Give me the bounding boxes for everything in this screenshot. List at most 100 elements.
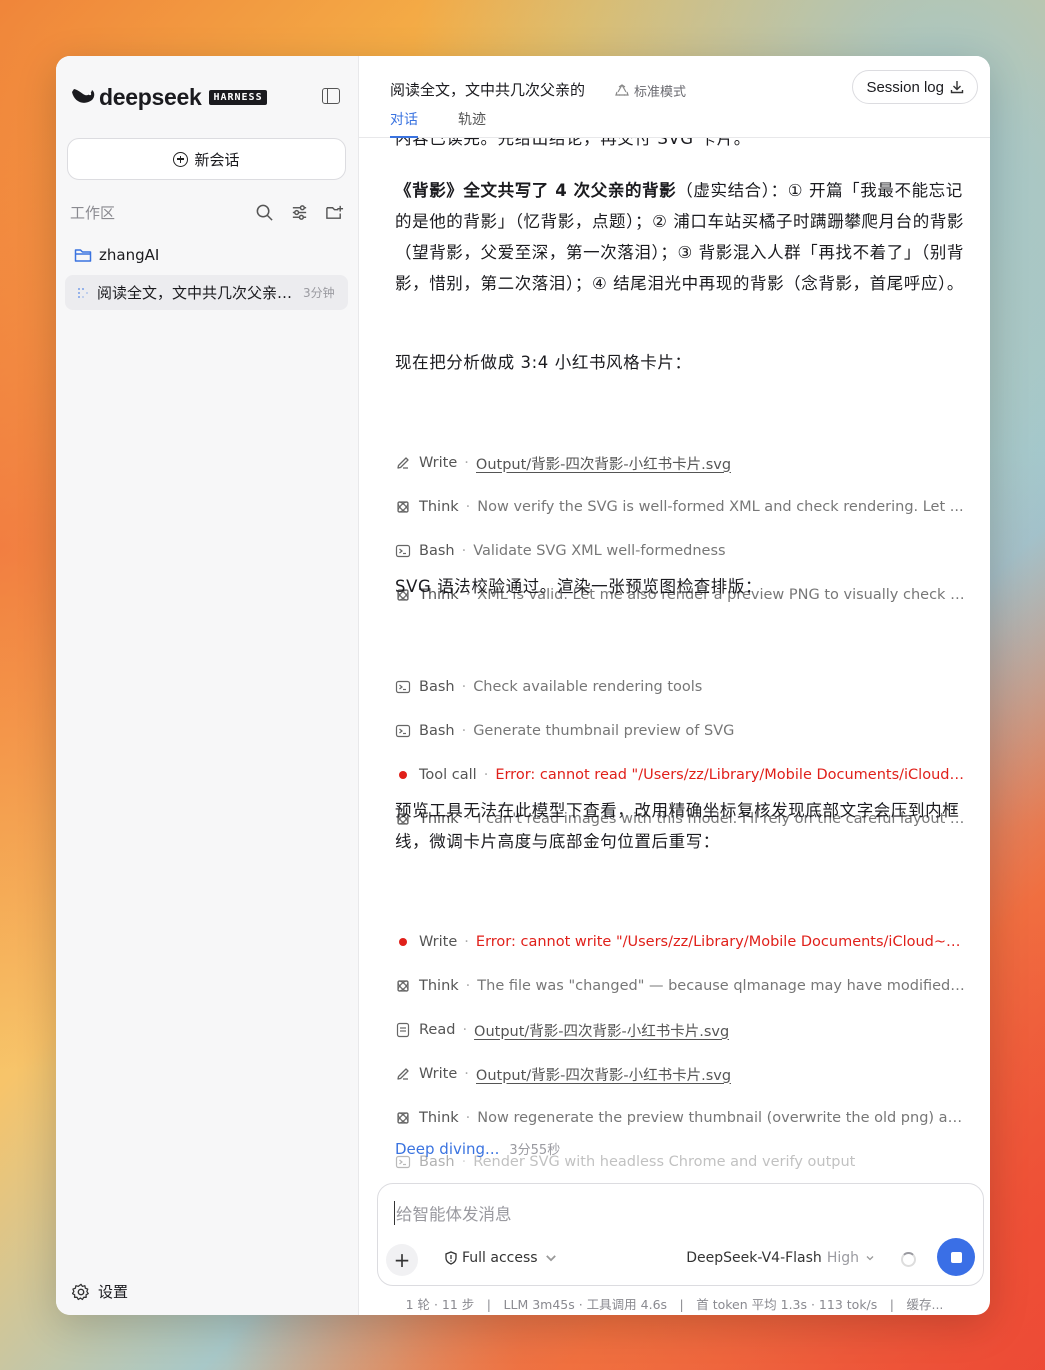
recycle-icon — [615, 83, 629, 96]
terminal-icon — [395, 543, 411, 559]
separator-dot: · — [465, 978, 471, 994]
elapsed-time: 3分55秒 — [509, 1143, 561, 1158]
chat-list-item[interactable]: 阅读全文，文中共几次父亲的背影 3分钟 — [65, 275, 348, 310]
pencil-icon — [395, 455, 411, 471]
separator-dot: · — [483, 767, 489, 783]
tab-conversation[interactable]: 对话 — [390, 109, 418, 138]
folder-icon — [74, 249, 92, 262]
error-dot — [399, 771, 407, 779]
shield-icon — [445, 1251, 457, 1265]
tool-name: Think — [419, 978, 459, 994]
sidebar-toggle-icon[interactable] — [322, 88, 340, 104]
error-message: Error: cannot write "/Users/zz/Library/M… — [475, 934, 966, 950]
assistant-message: 现在把分析做成 3:4 小红书风格卡片： — [395, 353, 692, 372]
assistant-message: SVG 语法校验通过。渲染一张预览图检查排版： — [395, 577, 763, 596]
main-panel: 阅读全文，文中共几次父亲的 标准模式 Session log 对话 轨迹 内容已… — [359, 56, 990, 1315]
session-log-label: Session log — [866, 78, 944, 96]
tab-trace[interactable]: 轨迹 — [458, 109, 486, 138]
app-window: deepseek HARNESS 新会话 工作区 zhangAI 阅读全文，文中… — [56, 56, 990, 1315]
tool-detail: The file was "changed" — because qlmanag… — [477, 978, 966, 994]
separator-dot: · — [461, 543, 467, 559]
message-composer[interactable]: 给智能体发消息 + Full access DeepSeek-V4-Flash … — [377, 1183, 984, 1286]
tab-bar: 对话 轨迹 — [390, 109, 486, 138]
separator-dot: · — [464, 455, 469, 471]
whale-logo-icon — [72, 89, 95, 103]
tool-name: Bash — [419, 679, 455, 695]
tool-step-row[interactable]: Write · Error: cannot write "/Users/zz/Lib… — [395, 931, 966, 953]
new-chat-label: 新会话 — [194, 150, 240, 169]
tool-detail: Now regenerate the preview thumbnail (ov… — [477, 1110, 966, 1126]
terminal-icon — [395, 723, 411, 739]
filter-sliders-icon[interactable] — [290, 203, 309, 222]
tool-detail: Generate thumbnail preview of SVG — [473, 723, 735, 739]
settings-button[interactable]: 设置 — [72, 1281, 128, 1302]
tool-name: Write — [419, 934, 458, 950]
pencil-icon — [395, 1066, 411, 1082]
tool-step-row[interactable]: Think · Now verify the SVG is well-formed … — [395, 496, 966, 518]
separator-dot: · — [465, 1110, 471, 1126]
conversation-header: 阅读全文，文中共几次父亲的 标准模式 Session log 对话 轨迹 — [359, 56, 990, 138]
separator-dot: · — [461, 723, 467, 739]
tool-step-row[interactable]: Bash · Check available rendering tools — [395, 676, 966, 698]
tool-step-row[interactable]: Bash · Validate SVG XML well-formedness — [395, 540, 966, 562]
access-dropdown[interactable]: Full access — [444, 1250, 562, 1266]
thinking-status: Deep diving... 3分55秒 — [395, 1139, 561, 1159]
access-label: Full access — [462, 1250, 538, 1266]
folder-label: zhangAI — [99, 246, 160, 264]
model-selector[interactable]: DeepSeek-V4-Flash High — [686, 1250, 875, 1266]
message-partial-line: 内容已读完。先给出结论，再交付 SVG 卡片。 — [395, 138, 751, 148]
settings-label: 设置 — [98, 1283, 129, 1301]
chevron-down-icon — [545, 1255, 556, 1262]
model-name: DeepSeek-V4-Flash — [686, 1250, 822, 1266]
mode-indicator[interactable]: 标准模式 — [615, 81, 686, 100]
stop-button[interactable] — [937, 1238, 975, 1276]
stop-icon — [950, 1251, 962, 1263]
attach-button[interactable]: + — [386, 1244, 418, 1276]
tool-detail: Now verify the SVG is well-formed XML an… — [477, 499, 964, 515]
assistant-message: 预览工具无法在此模型下查看，改用精确坐标复核发现底部文字会压到内框线，微调卡片高… — [395, 801, 960, 851]
folder-item[interactable]: zhangAI — [74, 244, 159, 266]
tool-detail: Check available rendering tools — [473, 679, 703, 695]
plus-circle-icon — [173, 151, 189, 167]
harness-badge: HARNESS — [209, 89, 267, 105]
tool-step-row[interactable]: Read · Output/背影-四次背影-小红书卡片.svg — [395, 1019, 966, 1041]
new-chat-button[interactable]: 新会话 — [67, 138, 346, 180]
tool-step-row[interactable]: Write · Output/背影-四次背影-小红书卡片.svg — [395, 452, 966, 474]
atom-icon — [395, 1110, 411, 1126]
download-icon — [950, 81, 964, 94]
doc-icon — [395, 1022, 411, 1038]
chat-item-title: 阅读全文，文中共几次父亲的背影 — [97, 284, 297, 302]
tool-name: Tool call — [419, 767, 477, 783]
file-link[interactable]: Output/背影-四次背影-小红书卡片.svg — [476, 1064, 731, 1085]
plus-icon: + — [393, 1248, 411, 1272]
tool-step-row[interactable]: Write · Output/背影-四次背影-小红书卡片.svg — [395, 1063, 966, 1085]
new-folder-icon[interactable] — [325, 203, 344, 222]
chevron-down-icon — [866, 1256, 874, 1261]
search-icon[interactable] — [255, 203, 274, 222]
separator-dot: · — [464, 1066, 469, 1082]
workspace-header: 工作区 — [70, 201, 344, 223]
tool-name: Bash — [419, 723, 455, 739]
tool-step-row[interactable]: Think · The file was "changed" — because q… — [395, 975, 966, 997]
file-link[interactable]: Output/背影-四次背影-小红书卡片.svg — [474, 1020, 729, 1041]
summary-bold: 《背影》全文共写了 4 次父亲的背影 — [395, 181, 677, 200]
error-message: Error: cannot read "/Users/zz/Library/Mo… — [495, 767, 966, 783]
tool-step-row[interactable]: Tool call · Error: cannot read "/Users/zz/… — [395, 764, 966, 786]
error-dot — [399, 938, 407, 946]
reasoning-level: High — [826, 1250, 859, 1266]
deep-diving-label: Deep diving... — [395, 1139, 500, 1158]
assistant-summary: 《背影》全文共写了 4 次父亲的背影（虚实结合）：① 开篇「我最不能忘记的是他的… — [395, 175, 966, 299]
spinner-icon — [901, 1252, 916, 1267]
tool-name: Bash — [419, 543, 455, 559]
tool-step-row[interactable]: Bash · Generate thumbnail preview of SVG — [395, 720, 966, 742]
session-log-button[interactable]: Session log — [852, 70, 978, 104]
message-input[interactable]: 给智能体发消息 — [394, 1201, 512, 1225]
separator-dot: · — [462, 1022, 468, 1038]
file-link[interactable]: Output/背影-四次背影-小红书卡片.svg — [476, 453, 731, 474]
tool-step-row[interactable]: Think · Now regenerate the preview thumbna… — [395, 1107, 966, 1129]
sidebar: deepseek HARNESS 新会话 工作区 zhangAI 阅读全文，文中… — [56, 56, 359, 1315]
logo-text: deepseek — [99, 83, 202, 110]
separator-dot: · — [465, 499, 471, 515]
tool-name: Write — [419, 1066, 458, 1082]
tool-detail: Validate SVG XML well-formedness — [473, 543, 726, 559]
